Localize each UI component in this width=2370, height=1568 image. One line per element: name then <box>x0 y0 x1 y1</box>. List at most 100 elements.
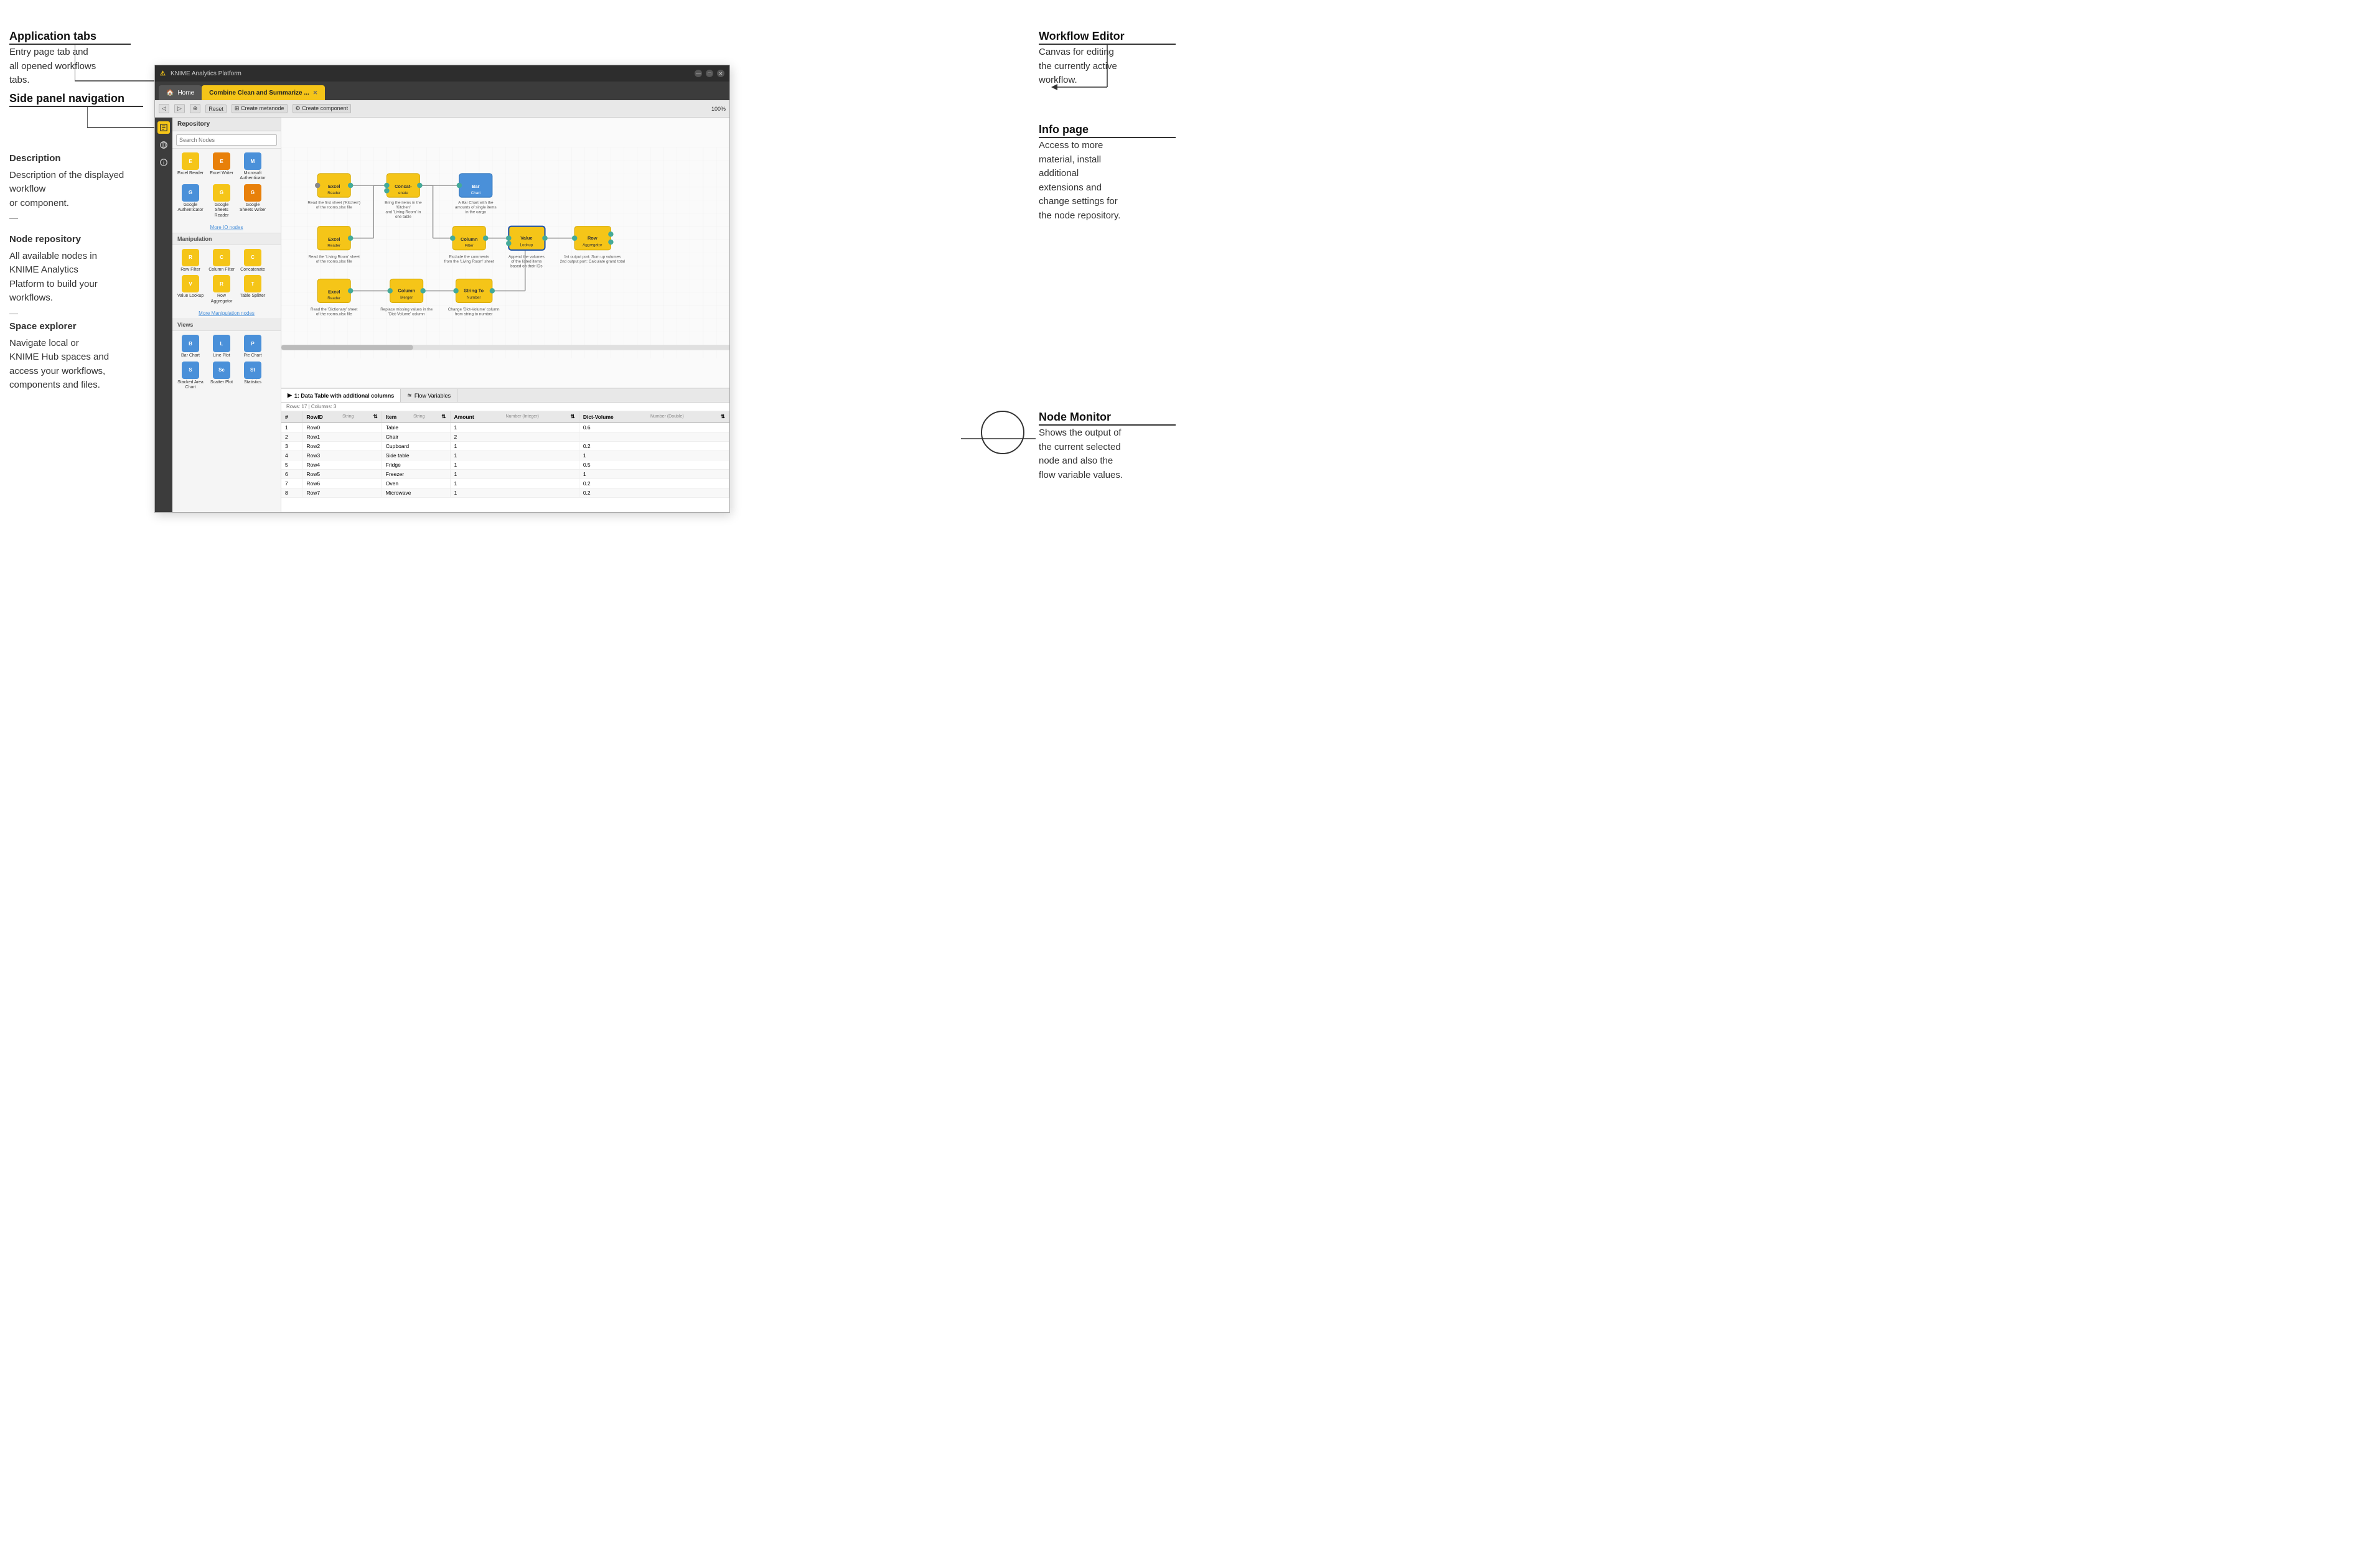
node-excel-writer[interactable]: E Excel Writer <box>207 152 236 182</box>
redo-button[interactable]: ▷ <box>174 104 185 113</box>
node-excel-reader[interactable]: E Excel Reader <box>176 152 205 182</box>
wf-node-concat[interactable]: Concat- enate <box>384 174 422 197</box>
svg-text:of the rooms.xlsx file: of the rooms.xlsx file <box>316 205 352 210</box>
wf-node-excel3[interactable]: Excel Reader <box>317 279 353 302</box>
tab-home[interactable]: 🏠 Home <box>159 85 202 100</box>
svg-text:Read the first sheet ('Kitchen: Read the first sheet ('Kitchen') <box>307 201 360 205</box>
svg-text:Append the volumes: Append the volumes <box>508 254 545 259</box>
line-plot-icon: L <box>213 335 230 352</box>
pie-chart-label: Pie Chart <box>243 353 261 358</box>
tab-close-icon[interactable]: ✕ <box>313 90 318 96</box>
wf-node-excel1[interactable]: Excel Reader <box>315 174 353 197</box>
svg-text:Excel: Excel <box>328 289 340 295</box>
svg-text:Aggregator: Aggregator <box>583 243 602 247</box>
cell-rowid: Row3 <box>302 451 382 460</box>
wf-node-strtonum[interactable]: String To Number <box>453 279 495 302</box>
svg-text:Reader: Reader <box>327 296 340 301</box>
search-input[interactable] <box>176 134 277 146</box>
col-header-dict: Dict-Volume Number (Double) ⇅ <box>579 411 729 422</box>
svg-text:Row: Row <box>588 235 597 241</box>
save-button[interactable]: ⊕ <box>190 104 201 113</box>
tab-combine-label: Combine Clean and Summarize ... <box>209 90 309 96</box>
wf-node-excel2[interactable]: Excel Reader <box>317 226 353 250</box>
row-aggregator-icon: R <box>213 275 230 292</box>
node-column-filter[interactable]: C Column Filter <box>207 249 236 273</box>
undo-button[interactable]: ◁ <box>159 104 169 113</box>
create-component-button[interactable]: ⚙ Create component <box>293 104 352 113</box>
node-scatter-plot[interactable]: Sc Scatter Plot <box>207 362 236 391</box>
wf-node-barchart[interactable]: Bar Chart <box>457 174 492 197</box>
node-row-filter[interactable]: R Row Filter <box>176 249 205 273</box>
svg-text:2nd output port: Calculate gra: 2nd output port: Calculate grand total <box>560 259 625 264</box>
svg-text:from the 'Living Room' sheet: from the 'Living Room' sheet <box>444 259 494 264</box>
output-table[interactable]: # RowID String ⇅ <box>281 411 729 512</box>
node-google-auth[interactable]: G Google Authenticator <box>176 184 205 218</box>
sort-icon-rowid[interactable]: ⇅ <box>373 413 378 420</box>
output-tab-data[interactable]: ▶ 1: Data Table with additional columns <box>281 389 401 402</box>
node-row-aggregator[interactable]: R Row Aggregator <box>207 275 236 304</box>
concatenate-icon: C <box>244 249 261 266</box>
svg-text:Lookup: Lookup <box>520 243 533 247</box>
svg-text:Excel: Excel <box>328 236 340 242</box>
sort-icon-dict[interactable]: ⇅ <box>721 413 725 420</box>
side-nav-space[interactable] <box>157 139 170 151</box>
cell-item: Fridge <box>382 460 450 470</box>
tab-combine[interactable]: Combine Clean and Summarize ... ✕ <box>202 85 325 100</box>
node-table-splitter[interactable]: T Table Splitter <box>238 275 267 304</box>
node-concatenate[interactable]: C Concatenate <box>238 249 267 273</box>
column-filter-icon: C <box>213 249 230 266</box>
output-tab-flow[interactable]: ≋ Flow Variables <box>401 389 457 402</box>
node-google-sheets-writer[interactable]: G Google Sheets Writer <box>238 184 267 218</box>
annotation-description: Description Description of the displayed… <box>9 149 143 223</box>
repo-icon <box>159 123 168 132</box>
node-value-lookup[interactable]: V Value Lookup <box>176 275 205 304</box>
node-stacked-area[interactable]: S Stacked Area Chart <box>176 362 205 391</box>
node-statistics[interactable]: St Statistics <box>238 362 267 391</box>
microsoft-auth-label: Microsoft Authenticator <box>238 171 267 182</box>
node-bar-chart[interactable]: B Bar Chart <box>176 335 205 358</box>
side-nav-info[interactable]: i <box>157 156 170 169</box>
workflow-canvas[interactable]: Excel Reader Read the first sheet ('Kitc… <box>281 118 729 388</box>
maximize-button[interactable]: □ <box>706 70 713 77</box>
wf-node-colmerge[interactable]: Column Merger <box>387 279 425 302</box>
node-line-plot[interactable]: L Line Plot <box>207 335 236 358</box>
svg-text:'Dict-Volume' column: 'Dict-Volume' column <box>388 312 425 317</box>
annotation-side-panel-title: Side panel navigation <box>9 92 143 105</box>
more-io-nodes-button[interactable]: More IO nodes <box>172 222 281 233</box>
row-num: 7 <box>281 479 302 488</box>
wf-node-rowagg[interactable]: Row Aggregator <box>572 226 614 250</box>
create-metanode-button[interactable]: ⊞ Create metanode <box>232 104 288 113</box>
workflow-svg: Excel Reader Read the first sheet ('Kitc… <box>281 118 729 388</box>
cell-dict: 1 <box>579 451 729 460</box>
manipulation-nodes-grid: R Row Filter C Column Filter C Concatena… <box>172 245 281 308</box>
wf-node-colfilter[interactable]: Column Filter <box>450 226 488 250</box>
reset-button[interactable]: Reset <box>205 105 227 113</box>
row-num: 2 <box>281 432 302 442</box>
annotation-info-page: Info page Access to morematerial, instal… <box>1039 123 1176 223</box>
wf-node-valuelookup[interactable]: Value Lookup <box>506 226 548 250</box>
node-google-sheets-reader[interactable]: G Google Sheets Reader <box>207 184 236 218</box>
app-tabs-underline <box>9 44 131 45</box>
value-lookup-label: Value Lookup <box>177 294 204 299</box>
more-manipulation-nodes-button[interactable]: More Manipulation nodes <box>172 308 281 319</box>
bar-chart-label: Bar Chart <box>181 353 200 358</box>
cell-item: Side table <box>382 451 450 460</box>
svg-text:A Bar Chart with the: A Bar Chart with the <box>458 201 494 205</box>
cell-item: Oven <box>382 479 450 488</box>
annotation-app-tabs-title: Application tabs <box>9 30 134 43</box>
sort-icon-item[interactable]: ⇅ <box>441 413 446 420</box>
table-splitter-label: Table Splitter <box>240 294 265 299</box>
close-button[interactable]: ✕ <box>717 70 724 77</box>
value-lookup-icon: V <box>182 275 199 292</box>
minimize-button[interactable]: — <box>695 70 702 77</box>
svg-text:Column: Column <box>461 236 478 242</box>
annotation-node-monitor-body: Shows the output ofthe current selectedn… <box>1039 426 1176 482</box>
node-microsoft-auth[interactable]: M Microsoft Authenticator <box>238 152 267 182</box>
sort-icon-amount[interactable]: ⇅ <box>571 413 575 420</box>
pie-chart-icon: P <box>244 335 261 352</box>
bar-chart-icon: B <box>182 335 199 352</box>
side-nav-repo[interactable] <box>157 121 170 134</box>
node-pie-chart[interactable]: P Pie Chart <box>238 335 267 358</box>
knime-logo: ⚠ <box>160 70 166 77</box>
window-controls: — □ ✕ <box>695 70 724 77</box>
